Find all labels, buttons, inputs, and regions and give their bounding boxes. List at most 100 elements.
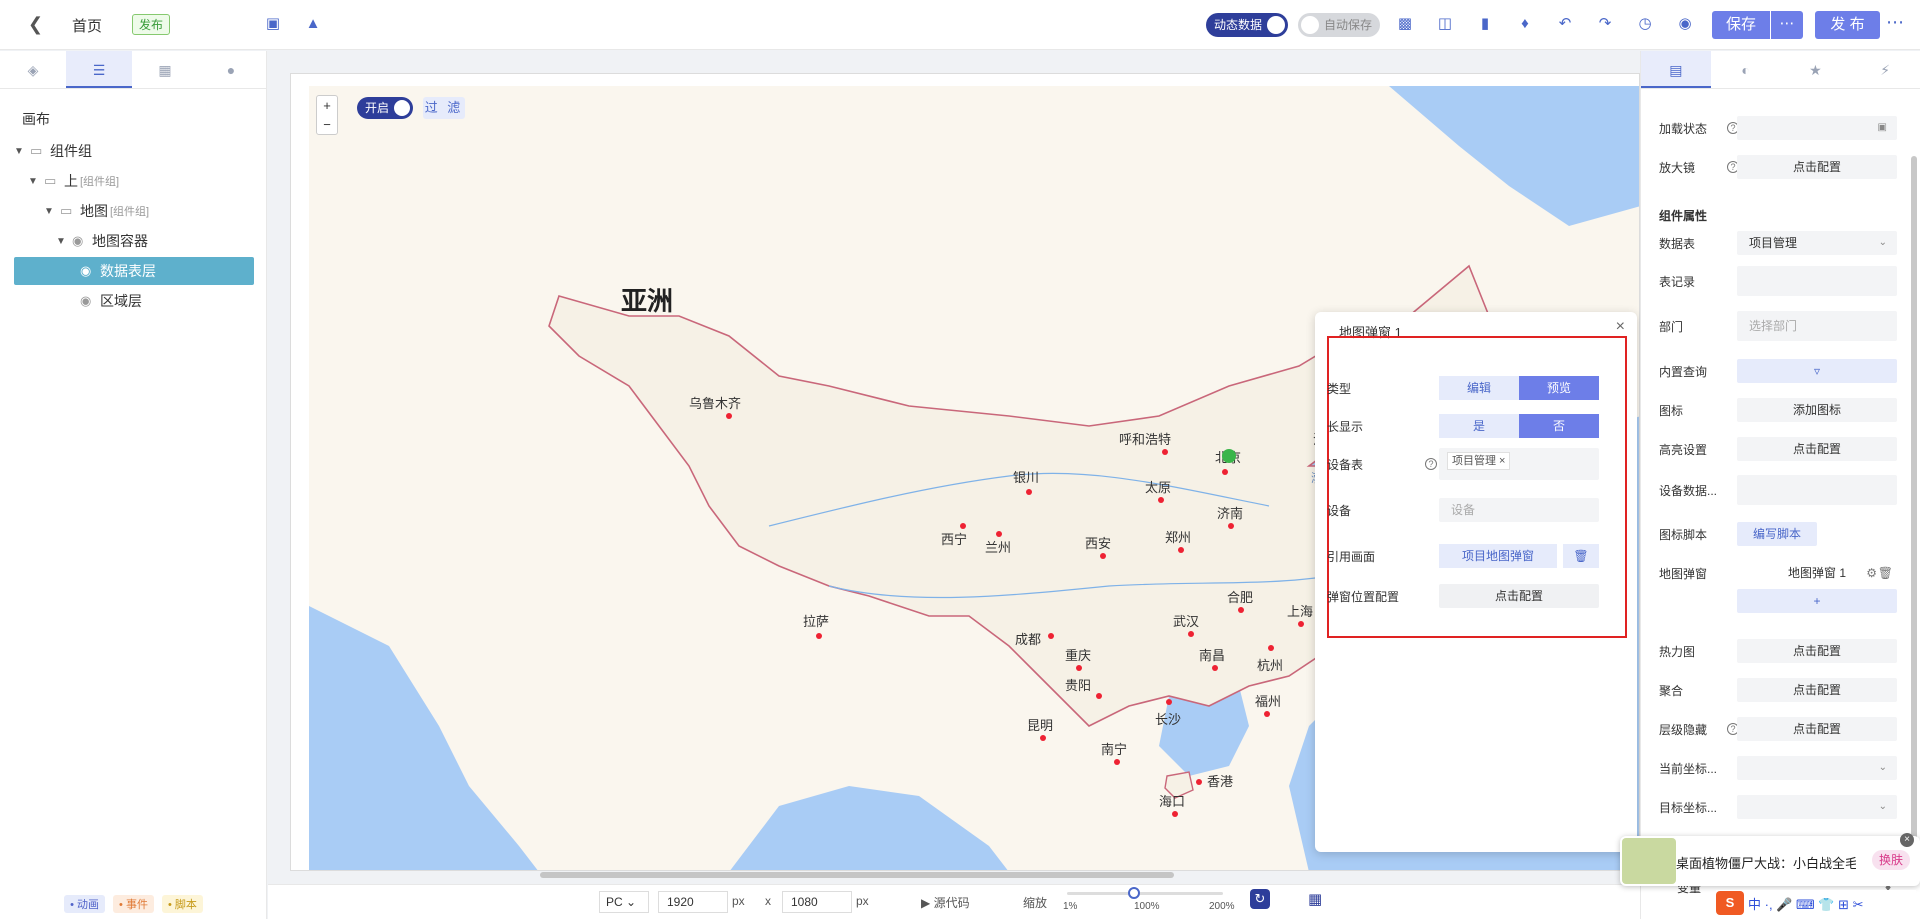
city-label: 贵阳 — [1065, 678, 1091, 693]
width-input[interactable]: 1920 — [658, 891, 728, 913]
zoom-out-button[interactable]: − — [317, 115, 337, 134]
cluster-config-button[interactable]: 点击配置 — [1737, 678, 1897, 702]
ime-toolbar[interactable]: S 中 ·, 🎤 ⌨ 👕 ⊞ ✂ — [1716, 890, 1916, 916]
palette-icon[interactable]: ◐ — [1711, 51, 1781, 88]
city-label: 乌鲁木齐 — [689, 396, 741, 411]
save-button[interactable]: 保存 — [1712, 11, 1770, 39]
tree-item-component-group[interactable]: ▼ ▭ 组件组 — [14, 137, 254, 165]
vertical-scrollbar[interactable] — [1911, 156, 1917, 876]
magnifier-config-button[interactable]: 点击配置 — [1737, 155, 1897, 179]
device-select[interactable]: PC ⌄ — [599, 891, 649, 913]
history-clock-icon[interactable]: ◷ — [1635, 14, 1655, 34]
tree-item-data-layer[interactable]: ◉ 数据表层 — [14, 257, 254, 285]
zoom-mid-label: 100% — [1134, 901, 1160, 912]
tree-item-map[interactable]: ▼ ▭ 地图 [组件组] — [44, 197, 254, 225]
filter-icon[interactable]: ▿ — [1737, 359, 1897, 383]
add-popup-button[interactable]: + — [1737, 589, 1897, 613]
map-filter-button[interactable]: 过 滤 — [423, 97, 465, 119]
star-icon[interactable]: ★ — [1781, 51, 1851, 88]
write-script-button[interactable]: 编写脚本 — [1737, 522, 1817, 546]
type-edit-option[interactable]: 编辑 — [1439, 376, 1519, 400]
toggle-knob — [1301, 16, 1319, 34]
more-options-icon[interactable]: ⋯ — [1886, 12, 1904, 33]
caret-down-icon[interactable]: ▼ — [56, 236, 72, 247]
device-data-field[interactable] — [1737, 475, 1897, 505]
database-icon[interactable]: ◫ — [1435, 14, 1455, 34]
horizontal-scrollbar[interactable] — [540, 872, 1174, 878]
highlight-config-button[interactable]: 点击配置 — [1737, 437, 1897, 461]
bolt-icon[interactable]: ⚡ — [1850, 51, 1920, 88]
publish-button[interactable]: 发 布 — [1815, 11, 1880, 39]
caret-down-icon[interactable]: ▼ — [14, 146, 30, 157]
notification-popup[interactable]: 桌面植物僵尸大战：小白战全毛 换肤 — [1620, 836, 1920, 886]
refresh-icon[interactable]: ↻ — [1250, 889, 1270, 909]
source-code-button[interactable]: ▶ 源代码 — [921, 894, 970, 911]
ref-screen-link[interactable]: 项目地图弹窗 — [1439, 544, 1557, 568]
device-select[interactable]: 设备 — [1439, 498, 1599, 522]
preview-eye-icon[interactable]: ◉ — [1675, 14, 1695, 34]
notification-close-icon[interactable]: × — [1900, 833, 1914, 847]
component-icon[interactable]: ◈ — [0, 51, 66, 88]
trash-icon[interactable]: 🗑 — [1878, 561, 1893, 585]
grid-icon[interactable]: ▦ — [1308, 890, 1322, 908]
target-coord-select[interactable]: ⌄ — [1737, 795, 1897, 819]
theme-shirt-icon[interactable]: ♦ — [1515, 14, 1535, 34]
redo-icon[interactable]: ↷ — [1595, 14, 1615, 34]
save-more-button[interactable]: ⋯ — [1771, 11, 1803, 39]
ref-screen-control: 项目地图弹窗 🗑 — [1439, 544, 1599, 568]
chart-edit-icon[interactable]: ▩ — [1395, 14, 1415, 34]
always-show-no-option[interactable]: 否 — [1519, 414, 1599, 438]
clean-brush-icon[interactable]: ▲ — [303, 14, 323, 34]
ime-items[interactable]: 中 ·, 🎤 ⌨ 👕 ⊞ ✂ — [1748, 894, 1864, 913]
heatmap-label: 热力图 — [1659, 644, 1696, 659]
ime-logo-icon[interactable]: S — [1716, 891, 1744, 915]
heatmap-config-button[interactable]: 点击配置 — [1737, 639, 1897, 663]
position-config-button[interactable]: 点击配置 — [1439, 584, 1599, 608]
fit-screen-icon[interactable]: ▣ — [263, 14, 283, 34]
always-show-yes-option[interactable]: 是 — [1439, 414, 1519, 438]
chevron-down-icon: ⌄ — [1878, 762, 1887, 773]
department-select[interactable]: 选择部门 — [1737, 311, 1897, 341]
device-table-select[interactable]: 项目管理 × — [1439, 448, 1599, 480]
type-preview-option[interactable]: 预览 — [1519, 376, 1599, 400]
layer-hide-config-button[interactable]: 点击配置 — [1737, 717, 1897, 741]
chevron-down-icon: ⌄ — [1878, 801, 1887, 812]
tree-item-map-container[interactable]: ▼ ◉ 地图容器 — [56, 227, 254, 255]
layers-icon[interactable]: ☰ — [66, 51, 132, 88]
close-icon[interactable]: × — [1616, 318, 1625, 336]
auto-save-toggle[interactable]: 自动保存 — [1298, 13, 1380, 37]
dynamic-data-toggle[interactable]: 动态数据 — [1206, 13, 1288, 37]
city-label: 济南 — [1217, 506, 1243, 521]
tree-item-top[interactable]: ▼ ▭ 上 [组件组] — [28, 167, 254, 195]
selected-marker-icon[interactable] — [1222, 449, 1236, 463]
notification-action-button[interactable]: 换肤 — [1872, 850, 1910, 870]
map-popup-item[interactable]: 地图弹窗 1 ⚙ 🗑 — [1737, 561, 1897, 585]
undo-icon[interactable]: ↶ — [1555, 14, 1575, 34]
height-input[interactable]: 1080 — [782, 891, 852, 913]
align-icon[interactable]: ▮ — [1475, 14, 1495, 34]
current-coord-select[interactable]: ⌄ — [1737, 756, 1897, 780]
add-icon-button[interactable]: 添加图标 — [1737, 398, 1897, 422]
caret-down-icon[interactable]: ▼ — [28, 176, 44, 187]
trash-icon[interactable]: 🗑 — [1563, 544, 1599, 568]
gear-icon[interactable]: ⚙ — [1866, 561, 1877, 585]
popup-row-device-table: 设备表 ? 项目管理 × — [1327, 448, 1617, 480]
tree-item-label: 地图容器 — [92, 233, 148, 249]
caret-down-icon[interactable]: ▼ — [44, 206, 60, 217]
map-enable-toggle[interactable]: 开启 — [357, 97, 413, 119]
user-icon[interactable]: ● — [198, 51, 264, 88]
zoom-slider[interactable] — [1067, 892, 1223, 895]
magnifier-label: 放大镜 — [1659, 160, 1696, 175]
document-icon[interactable]: ▤ — [1641, 51, 1711, 88]
back-icon[interactable]: ❮ — [28, 14, 43, 35]
data-table-select[interactable]: 项目管理 ⌄ — [1737, 231, 1897, 255]
zoom-in-button[interactable]: + — [317, 96, 337, 115]
city-label: 长沙 — [1155, 712, 1181, 727]
folder-icon: ▭ — [30, 143, 43, 158]
table-record-field[interactable] — [1737, 266, 1897, 296]
help-icon[interactable]: ? — [1425, 458, 1437, 470]
group-icon[interactable]: ▦ — [132, 51, 198, 88]
zoom-slider-handle[interactable] — [1128, 887, 1140, 899]
loading-state-control[interactable]: ▣ — [1737, 116, 1897, 140]
tree-item-region-layer[interactable]: ◉ 区域层 — [80, 287, 254, 315]
